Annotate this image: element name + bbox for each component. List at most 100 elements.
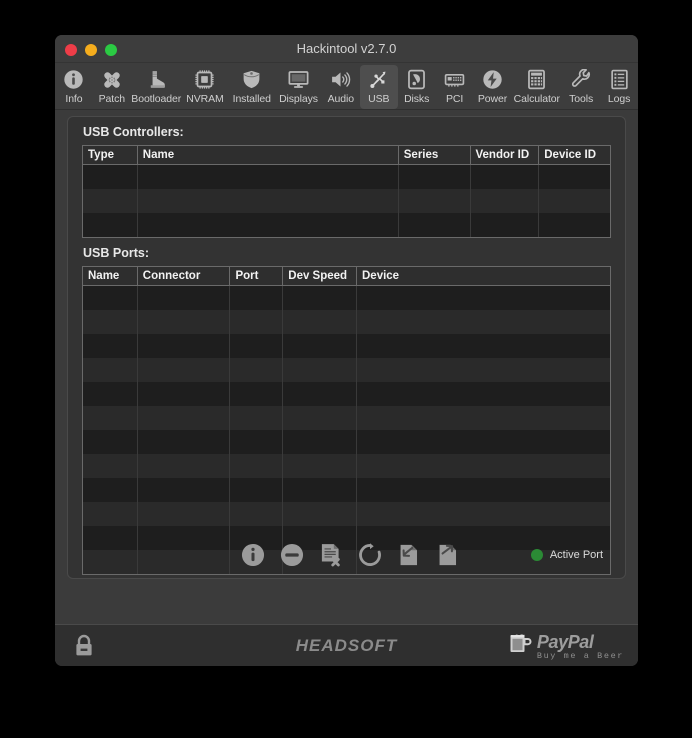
column-header-series[interactable]: Series bbox=[399, 146, 471, 164]
cell-connector bbox=[138, 454, 231, 478]
toolbar-label-patch: Patch bbox=[98, 93, 126, 105]
cell-connector bbox=[138, 334, 231, 358]
cell-name bbox=[83, 310, 138, 334]
cell-connector bbox=[138, 382, 231, 406]
cell-name bbox=[83, 406, 138, 430]
cell-port bbox=[230, 454, 284, 478]
toolbar-item-bootloader[interactable]: Bootloader bbox=[131, 65, 182, 109]
cell-type bbox=[83, 189, 138, 213]
cell-name bbox=[83, 430, 138, 454]
action-bar: Active Port bbox=[68, 538, 625, 572]
cell-device-id bbox=[539, 213, 610, 237]
toolbar-item-usb[interactable]: USB bbox=[359, 65, 398, 109]
toolbar-item-calculator[interactable]: Calculator bbox=[511, 65, 562, 109]
cell-name bbox=[83, 454, 138, 478]
toolbar-item-displays[interactable]: Displays bbox=[275, 65, 322, 109]
table-row[interactable] bbox=[83, 286, 610, 310]
export-button[interactable] bbox=[435, 542, 461, 568]
toolbar-item-installed[interactable]: Installed bbox=[228, 65, 275, 109]
cell-device-id bbox=[539, 165, 610, 189]
cell-device bbox=[357, 286, 610, 310]
cell-name bbox=[83, 502, 138, 526]
cell-dev-speed bbox=[283, 358, 357, 382]
table-header-row: Type Name Series Vendor ID Device ID bbox=[83, 146, 610, 165]
usb-controllers-table: Type Name Series Vendor ID Device ID bbox=[82, 145, 611, 238]
shield-icon bbox=[241, 68, 262, 91]
wrench-icon bbox=[571, 68, 592, 91]
cell-type bbox=[83, 165, 138, 189]
table-row[interactable] bbox=[83, 454, 610, 478]
column-header-device-id[interactable]: Device ID bbox=[539, 146, 610, 164]
table-row[interactable] bbox=[83, 165, 610, 189]
column-header-name[interactable]: Name bbox=[138, 146, 399, 164]
toolbar-item-patch[interactable]: Patch bbox=[93, 65, 131, 109]
paypal-donate-button[interactable]: PayPal Buy me a Beer bbox=[508, 630, 624, 661]
column-header-connector[interactable]: Connector bbox=[138, 267, 231, 285]
toolbar-label-calculator: Calculator bbox=[513, 93, 560, 105]
column-header-name[interactable]: Name bbox=[83, 267, 138, 285]
info-icon bbox=[63, 68, 84, 91]
toolbar-label-power: Power bbox=[477, 93, 508, 105]
action-button-group bbox=[240, 542, 461, 568]
table-row[interactable] bbox=[83, 334, 610, 358]
cell-device bbox=[357, 406, 610, 430]
table-row[interactable] bbox=[83, 310, 610, 334]
toolbar-item-nvram[interactable]: NVRAM bbox=[182, 65, 229, 109]
column-header-vendor-id[interactable]: Vendor ID bbox=[471, 146, 540, 164]
app-window: Hackintool v2.7.0 Info Patch Bootloader … bbox=[55, 35, 638, 666]
column-header-port[interactable]: Port bbox=[230, 267, 284, 285]
column-header-device[interactable]: Device bbox=[357, 267, 610, 285]
cell-name bbox=[138, 213, 399, 237]
toolbar-item-logs[interactable]: Logs bbox=[600, 65, 638, 109]
cell-dev-speed bbox=[283, 478, 357, 502]
cell-dev-speed bbox=[283, 430, 357, 454]
refresh-button[interactable] bbox=[357, 542, 383, 568]
cell-series bbox=[399, 213, 471, 237]
cell-port bbox=[230, 358, 284, 382]
cell-port bbox=[230, 406, 284, 430]
cell-vendor-id bbox=[471, 165, 540, 189]
table-row[interactable] bbox=[83, 430, 610, 454]
toolbar-item-power[interactable]: Power bbox=[474, 65, 512, 109]
cell-dev-speed bbox=[283, 406, 357, 430]
toolbar-item-disks[interactable]: Disks bbox=[398, 65, 436, 109]
column-header-dev-speed[interactable]: Dev Speed bbox=[283, 267, 357, 285]
cell-device bbox=[357, 430, 610, 454]
cell-type bbox=[83, 213, 138, 237]
cell-device bbox=[357, 358, 610, 382]
cell-name bbox=[138, 165, 399, 189]
table-row[interactable] bbox=[83, 478, 610, 502]
table-row[interactable] bbox=[83, 382, 610, 406]
cell-device bbox=[357, 310, 610, 334]
column-header-type[interactable]: Type bbox=[83, 146, 138, 164]
cell-name bbox=[83, 358, 138, 382]
table-row[interactable] bbox=[83, 406, 610, 430]
cell-port bbox=[230, 478, 284, 502]
cell-connector bbox=[138, 478, 231, 502]
calculator-icon bbox=[526, 68, 547, 91]
toolbar-item-info[interactable]: Info bbox=[55, 65, 93, 109]
table-row[interactable] bbox=[83, 189, 610, 213]
cell-port bbox=[230, 382, 284, 406]
toolbar-item-pci[interactable]: PCI bbox=[436, 65, 474, 109]
toolbar-item-audio[interactable]: Audio bbox=[322, 65, 360, 109]
table-row[interactable] bbox=[83, 213, 610, 237]
toolbar-label-usb: USB bbox=[368, 93, 390, 105]
info-button[interactable] bbox=[240, 542, 266, 568]
toolbar-item-tools[interactable]: Tools bbox=[562, 65, 600, 109]
import-button[interactable] bbox=[396, 542, 422, 568]
cell-port bbox=[230, 310, 284, 334]
paypal-subtitle: Buy me a Beer bbox=[536, 651, 624, 661]
table-row[interactable] bbox=[83, 358, 610, 382]
footer-bar: HEADSOFT PayPal Buy me a Beer bbox=[55, 624, 638, 666]
cell-vendor-id bbox=[471, 189, 540, 213]
table-row[interactable] bbox=[83, 502, 610, 526]
beer-mug-icon bbox=[508, 630, 534, 661]
delete-button[interactable] bbox=[318, 542, 344, 568]
remove-button[interactable] bbox=[279, 542, 305, 568]
cell-connector bbox=[138, 358, 231, 382]
boot-icon bbox=[146, 68, 167, 91]
active-port-label: Active Port bbox=[549, 549, 603, 561]
harddrive-icon bbox=[406, 68, 427, 91]
content-panel: USB Controllers: Type Name Series Vendor… bbox=[67, 116, 626, 579]
